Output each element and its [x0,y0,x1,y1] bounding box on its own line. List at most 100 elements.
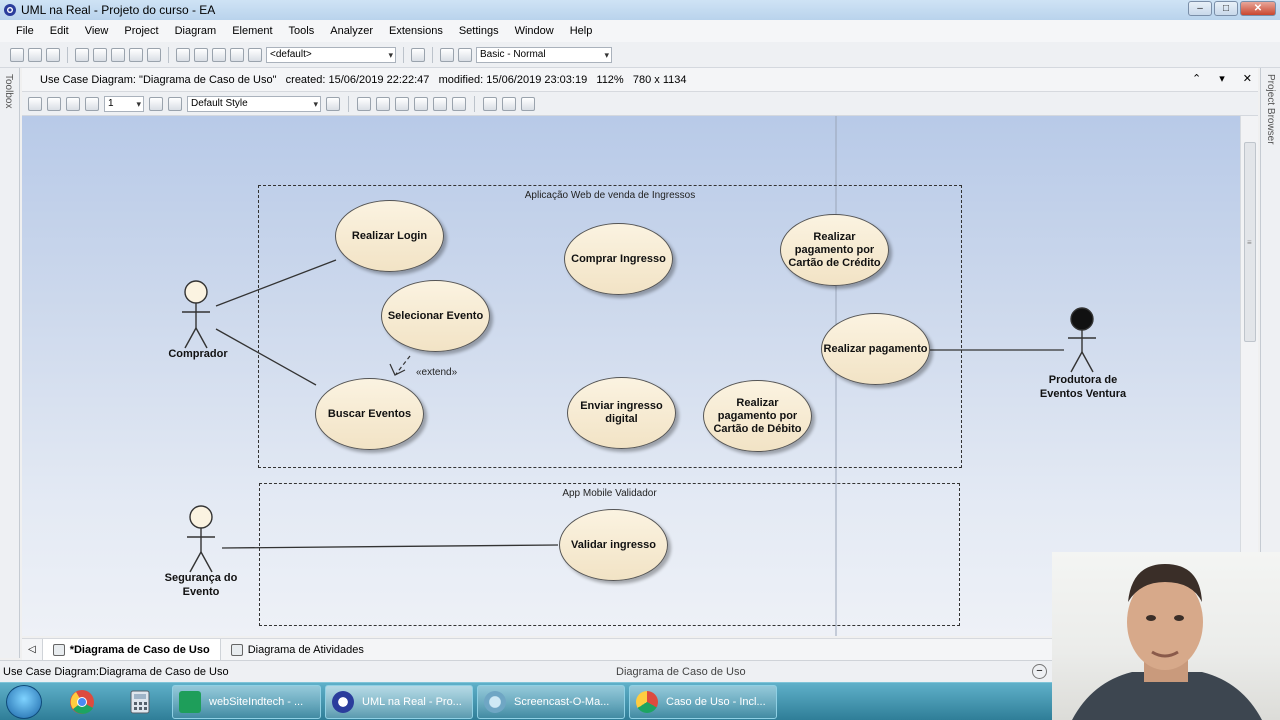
menu-file[interactable]: File [8,25,42,37]
fill-color-icon[interactable] [66,96,80,111]
menu-edit[interactable]: Edit [42,25,77,37]
dropdown-icon[interactable]: ▾ [1219,72,1225,85]
image-icon[interactable] [502,96,516,111]
menu-view[interactable]: View [77,25,117,37]
start-button[interactable] [6,685,42,719]
workspace-icon[interactable] [458,47,472,62]
boundary-web-label: Aplicação Web de venda de Ingressos [524,190,696,201]
zoom-level: 112% [596,73,624,86]
status-left: Use Case Diagram:Diagrama de Caso de Uso [3,665,229,678]
usecase-validar-ingresso[interactable]: Validar ingresso [559,509,668,581]
taskbar-button-chrome[interactable]: Caso de Uso - Incl... [629,685,777,719]
zoom-icon[interactable] [248,47,262,62]
save-icon[interactable] [46,47,60,62]
menu-bar: File Edit View Project Diagram Element T… [0,20,1280,42]
close-button[interactable]: ✕ [1240,1,1276,16]
brush-icon[interactable] [168,96,182,111]
align-top-icon[interactable] [395,96,409,111]
taskbar-button-visual-studio[interactable]: webSiteIndtech - ... [172,685,321,719]
chrome-icon [636,691,658,713]
search-icon[interactable] [230,47,244,62]
delete-icon[interactable] [521,96,535,111]
align-center-icon[interactable] [376,96,390,111]
chrome-pinned-icon[interactable] [62,687,102,717]
page-icon[interactable] [194,47,208,62]
usecase-buscar-eventos[interactable]: Buscar Eventos [315,378,424,450]
main-toolbar: <default> Basic - Normal [0,42,1280,68]
visual-studio-icon [179,691,201,713]
actor-produtora-figure [1068,307,1096,373]
usecase-enviar-ingresso[interactable]: Enviar ingresso digital [567,377,676,449]
menu-diagram[interactable]: Diagram [167,25,225,37]
print-icon[interactable] [212,47,226,62]
usecase-comprar-ingresso[interactable]: Comprar Ingresso [564,223,673,295]
redo-icon[interactable] [147,47,161,62]
find-icon[interactable] [176,47,190,62]
apply-style-icon[interactable] [326,96,340,111]
align-middle-icon[interactable] [414,96,428,111]
enterprise-architect-icon [4,4,16,16]
diagram-size: 780 x 1134 [632,73,687,86]
screencast-icon [484,691,506,713]
extend-stereotype-label: «extend» [416,367,458,378]
menu-extensions[interactable]: Extensions [381,25,451,37]
paste-icon[interactable] [111,47,125,62]
format-painter-icon[interactable] [149,96,163,111]
cut-icon[interactable] [75,47,89,62]
align-left-icon[interactable] [357,96,371,111]
tab-scroll-left-icon[interactable]: ◁ [22,644,42,655]
minimize-button[interactable]: – [1188,1,1212,16]
undo-icon[interactable] [129,47,143,62]
usecase-selecionar-evento[interactable]: Selecionar Evento [381,280,490,352]
activity-diagram-icon [230,643,243,656]
usecase-pagamento-debito[interactable]: Realizar pagamento por Cartão de Débito [703,380,812,452]
toolbox-panel[interactable]: Toolbox [0,68,20,658]
maximize-button[interactable]: □ [1214,1,1238,16]
menu-project[interactable]: Project [116,25,166,37]
actor-seguranca-label[interactable]: Segurança do Evento [160,571,242,599]
same-width-icon[interactable] [433,96,447,111]
open-folder-icon[interactable] [28,47,42,62]
usecase-realizar-pagamento[interactable]: Realizar pagamento [821,313,930,385]
package-combo[interactable]: <default> [266,46,396,63]
same-height-icon[interactable] [452,96,466,111]
diagram-header: Use Case Diagram: "Diagrama de Caso de U… [22,68,1258,92]
project-browser-label: Project Browser [1265,74,1276,145]
taskbar-button-enterprise-architect[interactable]: UML na Real - Pro... [325,685,473,719]
actor-comprador-label[interactable]: Comprador [158,347,238,361]
use-case-diagram-icon [52,643,65,656]
line-color-icon[interactable] [85,96,99,111]
font-icon[interactable] [28,96,42,111]
usecase-realizar-login[interactable]: Realizar Login [335,200,444,272]
enterprise-architect-icon [332,691,354,713]
usecase-pagamento-credito[interactable]: Realizar pagamento por Cartão de Crédito [780,214,889,286]
collapse-icon[interactable]: ⌃ [1192,72,1201,85]
menu-element[interactable]: Element [224,25,280,37]
toolbox-label: Toolbox [3,74,14,109]
layout-diagram-icon[interactable] [483,96,497,111]
tab-diagrama-caso-de-uso[interactable]: *Diagrama de Caso de Uso [41,638,221,661]
taskbar-button-screencast[interactable]: Screencast-O-Ma... [477,685,625,719]
menu-settings[interactable]: Settings [451,25,507,37]
style-combo[interactable]: Default Style [187,95,321,112]
window-title: UML na Real - Projeto do curso - EA [21,3,216,17]
workspace-combo[interactable]: Basic - Normal [476,46,612,63]
tab-diagrama-atividades[interactable]: Diagrama de Atividades [221,639,374,661]
perspective-icon[interactable] [411,47,425,62]
status-center: Diagrama de Caso de Uso [616,665,746,678]
close-diagram-icon[interactable]: ✕ [1243,72,1252,85]
menu-help[interactable]: Help [562,25,601,37]
actor-comprador-figure [182,280,210,349]
calculator-pinned-icon[interactable] [120,687,160,717]
actor-produtora-label[interactable]: Produtora de Eventos Ventura [1033,373,1133,401]
actor-seguranca-figure [187,505,215,573]
new-icon[interactable] [10,47,24,62]
menu-analyzer[interactable]: Analyzer [322,25,381,37]
menu-tools[interactable]: Tools [281,25,323,37]
layout-icon[interactable] [440,47,454,62]
line-width-combo[interactable]: 1 [104,95,144,112]
font-color-icon[interactable] [47,96,61,111]
zoom-out-icon[interactable]: − [1032,664,1047,679]
menu-window[interactable]: Window [507,25,562,37]
copy-icon[interactable] [93,47,107,62]
